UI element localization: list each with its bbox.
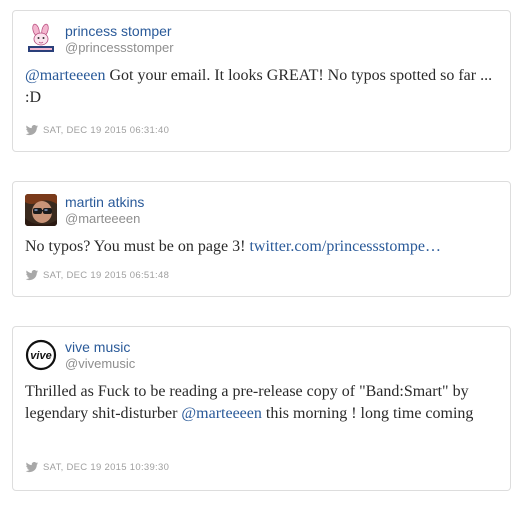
princess-stomper-bunny-logo [25,23,57,55]
avatar[interactable] [25,194,57,226]
author-name[interactable]: vive music [65,339,130,355]
tweet-card: martin atkins @marteeeen No typos? You m… [12,181,511,297]
tweet-meta: SAT, DEC 19 2015 06:31:40 [25,125,169,139]
tweet-text: Thrilled as Fuck to be reading a pre-rel… [25,381,498,425]
twitter-bird-icon [25,270,39,281]
tweet-url-link[interactable]: twitter.com/princessstompe… [249,238,441,255]
tweet-text-segment: this morning ! long time coming [261,405,474,422]
tweet-text: No typos? You must be on page 3! twitter… [25,236,498,258]
avatar[interactable] [25,23,57,55]
timestamp-link[interactable]: SAT, DEC 19 2015 06:31:40 [43,125,169,136]
author-name[interactable]: martin atkins [65,194,144,210]
martin-atkins-photo [25,194,57,226]
twitter-bird-icon [25,462,39,473]
tweet-text: @marteeeen Got your email. It looks GREA… [25,65,498,109]
tweet-meta: SAT, DEC 19 2015 10:39:30 [25,462,169,476]
tweet-card: vive vive music @vivemusic Thrilled as F… [12,326,511,491]
author-name[interactable]: princess stomper [65,23,172,39]
mention-link[interactable]: @marteeeen [181,405,261,422]
mention-link[interactable]: @marteeeen [25,67,105,84]
vive-logo-text: vive [30,350,51,362]
tweet-card: princess stomper @princessstomper @marte… [12,10,511,152]
tweet-text-segment: No typos? You must be on page 3! [25,238,250,255]
tweet-meta: SAT, DEC 19 2015 06:51:48 [25,270,169,284]
timestamp-link[interactable]: SAT, DEC 19 2015 10:39:30 [43,462,169,473]
avatar[interactable]: vive [25,339,57,371]
author-handle[interactable]: @princessstomper [65,40,174,55]
author-handle[interactable]: @vivemusic [65,356,135,371]
timestamp-link[interactable]: SAT, DEC 19 2015 06:51:48 [43,270,169,281]
vive-logo: vive [25,339,57,371]
author-handle[interactable]: @marteeeen [65,211,140,226]
twitter-bird-icon [25,125,39,136]
